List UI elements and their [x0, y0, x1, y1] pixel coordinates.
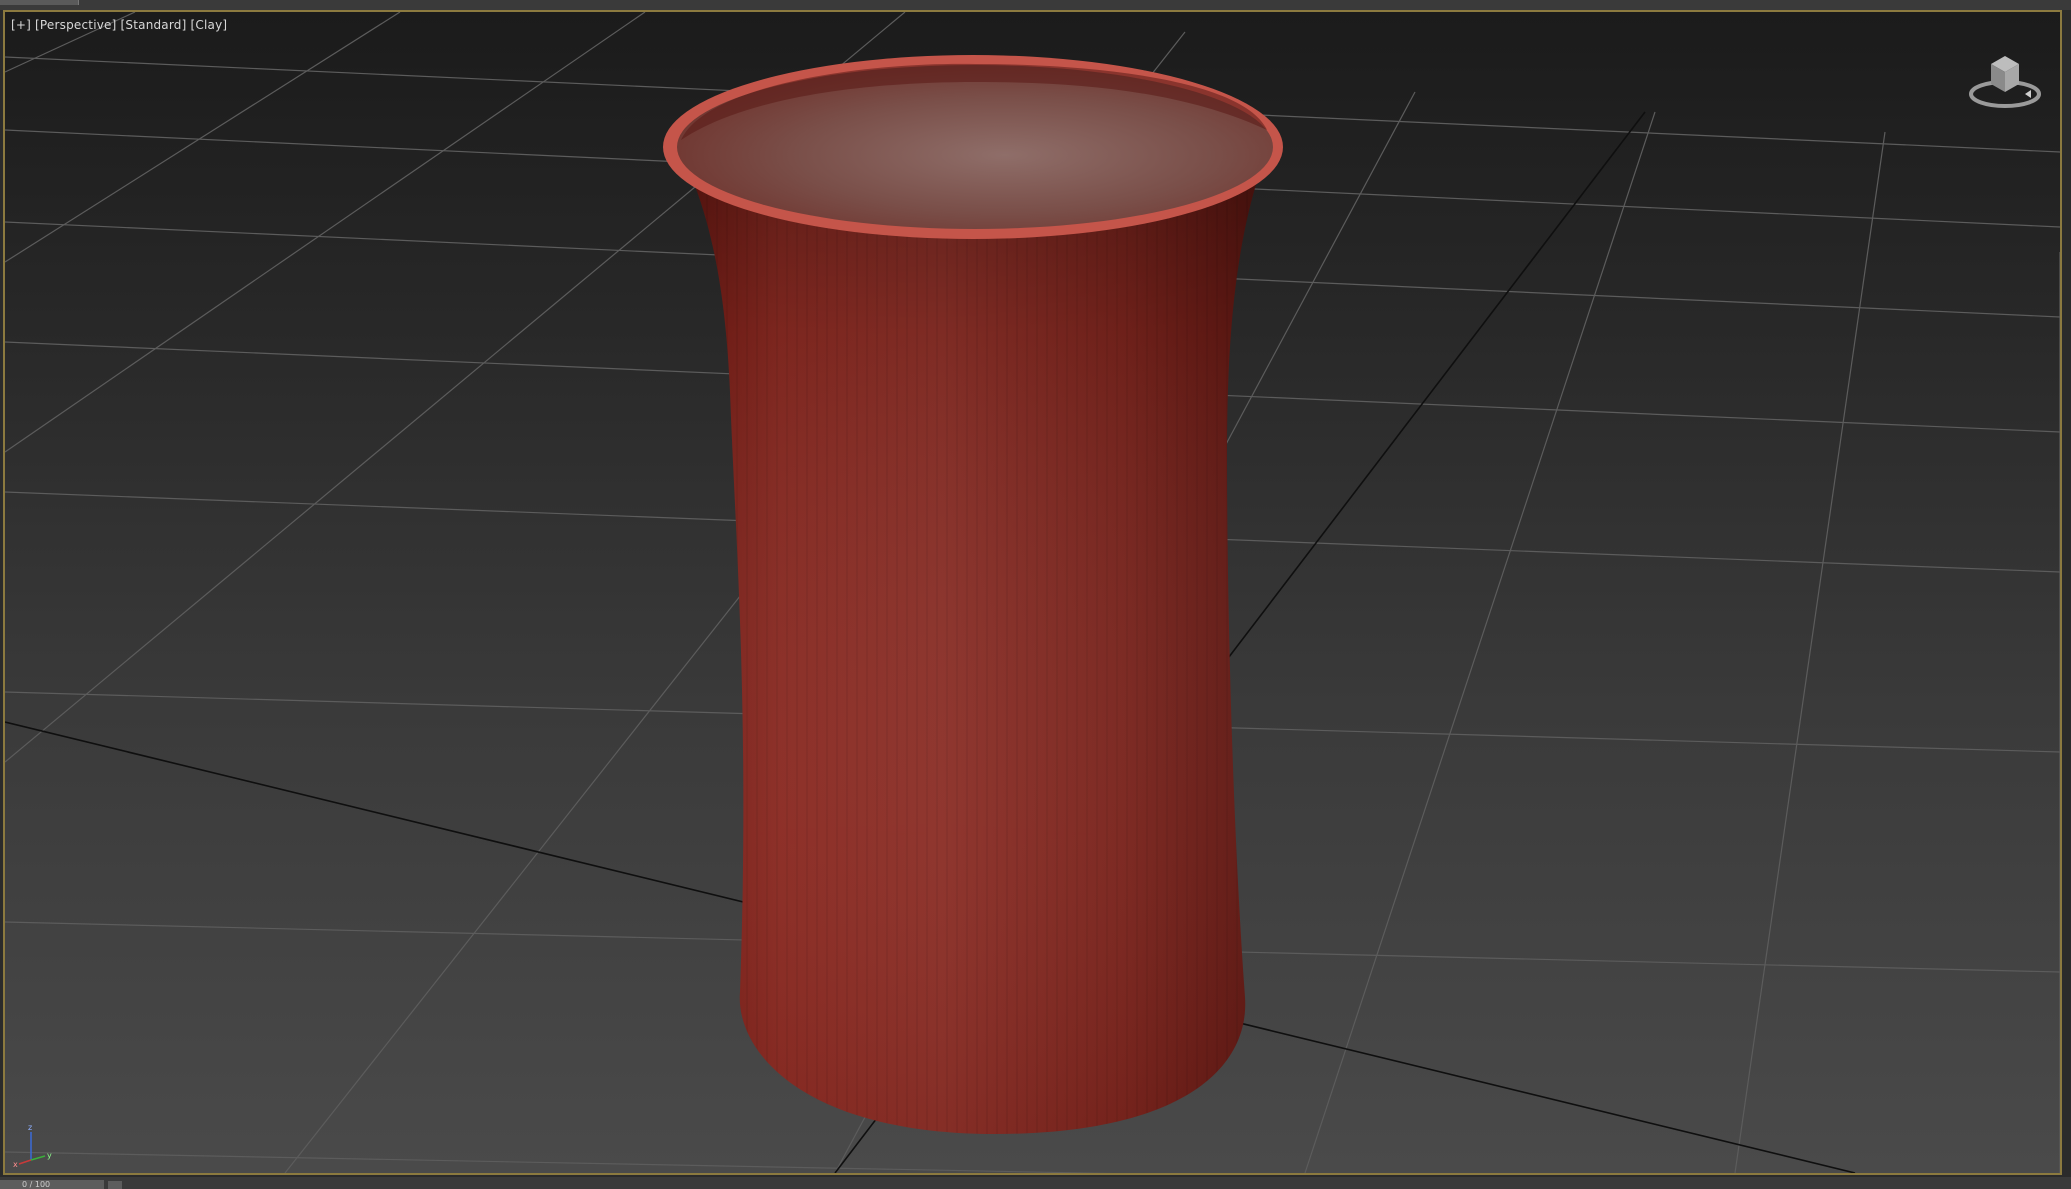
axis-label-z: z: [28, 1123, 32, 1132]
top-tab[interactable]: [0, 0, 79, 5]
viewport-menu-plus[interactable]: [+]: [11, 18, 31, 32]
viewport-scene[interactable]: [5, 12, 2060, 1173]
axis-label-y: y: [47, 1151, 52, 1160]
viewport-shading-menu[interactable]: [Clay]: [191, 18, 228, 32]
viewcube-icon[interactable]: [1965, 42, 2045, 122]
viewport-label: [+] [Perspective] [Standard] [Clay]: [11, 18, 227, 32]
application-window: [+] [Perspective] [Standard] [Clay] z x …: [0, 0, 2071, 1189]
timeline-next-arrow[interactable]: [108, 1181, 122, 1189]
frame-slider-tab[interactable]: 0 / 100: [0, 1180, 104, 1189]
vase-object[interactable]: [663, 55, 1283, 1134]
top-toolbar-strip: [0, 0, 2071, 10]
viewport-point-of-view-menu[interactable]: [Perspective]: [35, 18, 116, 32]
perspective-viewport[interactable]: [+] [Perspective] [Standard] [Clay] z x …: [3, 10, 2062, 1175]
axis-label-x: x: [13, 1160, 18, 1169]
timeline-strip: [0, 1177, 2071, 1189]
viewport-standard-menu[interactable]: [Standard]: [121, 18, 187, 32]
axis-tripod-icon: z x y: [13, 1123, 52, 1169]
